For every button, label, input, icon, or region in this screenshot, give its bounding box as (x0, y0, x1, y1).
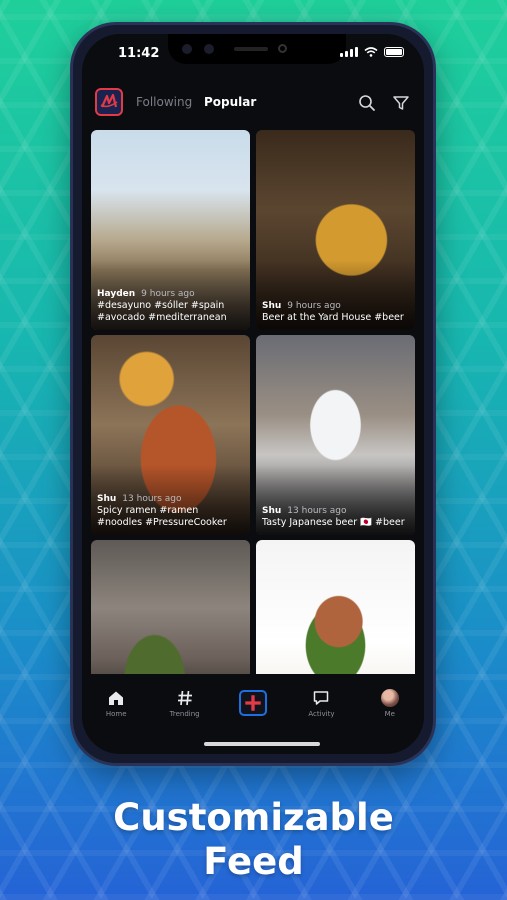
feed-grid: Hayden 9 hours ago #desayuno #sóller #spa… (91, 130, 415, 674)
home-indicator (204, 742, 320, 746)
home-icon (109, 691, 124, 705)
post-caption: Spicy ramen #ramen #noodles #PressureCoo… (97, 505, 227, 528)
post-time: 9 hours ago (141, 289, 195, 299)
promo-caption: Customizable Feed (0, 796, 507, 884)
post-user[interactable]: Hayden (97, 289, 135, 299)
phone-frame: 11:42 Following Popular Hayden 9 hours a… (70, 22, 436, 766)
post-card[interactable]: Shu 13 hours ago Tasty Japanese beer 🇯🇵 #… (256, 335, 415, 535)
status-time: 11:42 (118, 46, 160, 61)
post-caption: #desayuno #sóller #spain #avocado #medit… (97, 300, 227, 323)
post-meta: Shu 13 hours ago Spicy ramen #ramen #nood… (97, 493, 246, 529)
post-caption: Tasty Japanese beer 🇯🇵 #beer (262, 517, 405, 528)
hashtag-icon (177, 690, 192, 705)
post-card[interactable] (91, 540, 250, 674)
battery-icon (384, 47, 404, 57)
wifi-icon (364, 47, 378, 57)
add-icon (245, 695, 261, 711)
tab-me[interactable]: Me (356, 680, 424, 726)
post-caption: Beer at the Yard House #beer (262, 312, 404, 323)
add-post-button[interactable] (239, 690, 268, 716)
bottom-tab-bar: Home Trending Activity Me (82, 680, 424, 726)
chat-icon (314, 690, 329, 705)
tab-label: Me (384, 709, 395, 718)
search-icon[interactable] (358, 94, 376, 112)
app-logo[interactable] (95, 88, 123, 116)
post-meta: Hayden 9 hours ago #desayuno #sóller #spa… (97, 288, 246, 324)
post-time: 13 hours ago (287, 506, 347, 516)
tab-label: Home (105, 709, 127, 718)
post-meta: Shu 13 hours ago Tasty Japanese beer 🇯🇵 #… (262, 505, 411, 529)
post-card[interactable]: Hayden 9 hours ago #desayuno #sóller #spa… (91, 130, 250, 330)
tab-activity[interactable]: Activity (287, 680, 355, 726)
filter-icon[interactable] (392, 94, 410, 112)
tab-label: Trending (169, 709, 200, 718)
post-card[interactable] (256, 540, 415, 674)
post-user[interactable]: Shu (262, 301, 281, 311)
tab-label: Activity (308, 709, 335, 718)
post-time: 9 hours ago (287, 301, 341, 311)
tab-trending[interactable]: Trending (150, 680, 218, 726)
tab-following[interactable]: Following (136, 95, 192, 109)
notch (168, 34, 346, 64)
signal-icon (340, 47, 358, 57)
app-screen: 11:42 Following Popular Hayden 9 hours a… (82, 34, 424, 754)
post-user[interactable]: Shu (262, 506, 281, 516)
avatar (380, 688, 399, 707)
app-header: Following Popular (82, 80, 424, 124)
tab-home[interactable]: Home (82, 680, 150, 726)
post-card[interactable]: Shu 13 hours ago Spicy ramen #ramen #nood… (91, 335, 250, 535)
status-bar: 11:42 (82, 34, 424, 76)
post-meta: Shu 9 hours ago Beer at the Yard House #b… (262, 300, 411, 324)
post-card[interactable]: Shu 9 hours ago Beer at the Yard House #b… (256, 130, 415, 330)
tab-popular[interactable]: Popular (204, 95, 256, 109)
promo-line-1: Customizable (113, 796, 394, 839)
post-user[interactable]: Shu (97, 494, 116, 504)
status-icons (340, 47, 404, 57)
post-time: 13 hours ago (122, 494, 182, 504)
promo-line-2: Feed (203, 840, 304, 883)
tab-add-post[interactable] (219, 680, 287, 726)
